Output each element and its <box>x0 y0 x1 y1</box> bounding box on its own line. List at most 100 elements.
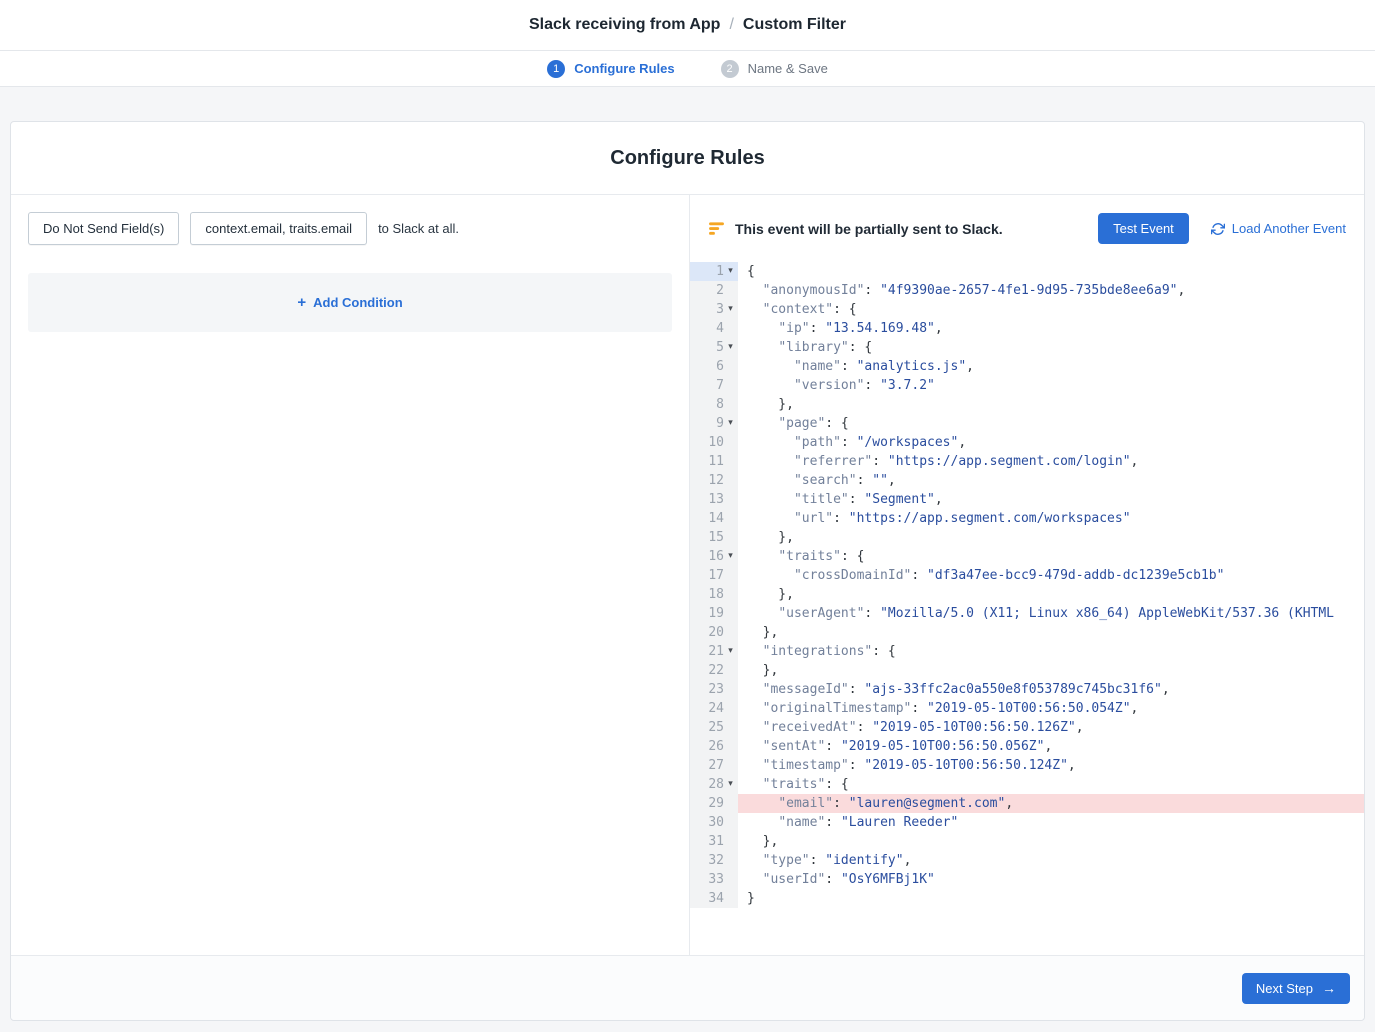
fold-arrow-icon[interactable]: ▾ <box>724 338 737 357</box>
gutter-cell: 18 <box>690 585 738 604</box>
code-line[interactable]: 27 "timestamp": "2019-05-10T00:56:50.124… <box>690 756 1364 775</box>
code-line[interactable]: 31 }, <box>690 832 1364 851</box>
code-content[interactable]: "traits": { <box>738 775 1364 794</box>
line-number: 5 <box>716 338 724 357</box>
breadcrumb-separator: / <box>729 16 733 34</box>
test-event-button[interactable]: Test Event <box>1098 213 1189 244</box>
code-content[interactable]: "type": "identify", <box>738 851 1364 870</box>
code-line[interactable]: 25 "receivedAt": "2019-05-10T00:56:50.12… <box>690 718 1364 737</box>
code-line[interactable]: 24 "originalTimestamp": "2019-05-10T00:5… <box>690 699 1364 718</box>
code-content[interactable]: "referrer": "https://app.segment.com/log… <box>738 452 1364 471</box>
code-content[interactable]: "search": "", <box>738 471 1364 490</box>
load-another-event-link[interactable]: Load Another Event <box>1211 221 1346 236</box>
code-content[interactable]: "messageId": "ajs-33ffc2ac0a550e8f053789… <box>738 680 1364 699</box>
fold-arrow-icon[interactable]: ▾ <box>724 300 737 319</box>
line-number: 30 <box>708 813 724 832</box>
code-line[interactable]: 8 }, <box>690 395 1364 414</box>
code-content[interactable]: "userAgent": "Mozilla/5.0 (X11; Linux x8… <box>738 604 1364 623</box>
code-content[interactable]: }, <box>738 661 1364 680</box>
code-line[interactable]: 32 "type": "identify", <box>690 851 1364 870</box>
code-line[interactable]: 20 }, <box>690 623 1364 642</box>
fold-arrow-icon[interactable]: ▾ <box>724 262 737 281</box>
add-condition-button[interactable]: + Add Condition <box>28 273 672 332</box>
fold-arrow-icon[interactable]: ▾ <box>724 547 737 566</box>
code-line[interactable]: 9▾ "page": { <box>690 414 1364 433</box>
code-content[interactable]: "page": { <box>738 414 1364 433</box>
code-content[interactable]: "userId": "OsY6MFBj1K" <box>738 870 1364 889</box>
line-number: 25 <box>708 718 724 737</box>
fold-arrow-icon[interactable]: ▾ <box>724 642 737 661</box>
code-content[interactable]: "name": "Lauren Reeder" <box>738 813 1364 832</box>
code-line[interactable]: 19 "userAgent": "Mozilla/5.0 (X11; Linux… <box>690 604 1364 623</box>
gutter-cell: 28▾ <box>690 775 738 794</box>
code-content[interactable]: "sentAt": "2019-05-10T00:56:50.056Z", <box>738 737 1364 756</box>
code-line[interactable]: 10 "path": "/workspaces", <box>690 433 1364 452</box>
code-line[interactable]: 18 }, <box>690 585 1364 604</box>
code-line[interactable]: 28▾ "traits": { <box>690 775 1364 794</box>
code-content[interactable]: "anonymousId": "4f9390ae-2657-4fe1-9d95-… <box>738 281 1364 300</box>
code-content[interactable]: "path": "/workspaces", <box>738 433 1364 452</box>
code-content[interactable]: } <box>738 889 1364 908</box>
gutter-cell: 6 <box>690 357 738 376</box>
gutter-cell: 10 <box>690 433 738 452</box>
code-line[interactable]: 30 "name": "Lauren Reeder" <box>690 813 1364 832</box>
code-content[interactable]: "version": "3.7.2" <box>738 376 1364 395</box>
code-content[interactable]: "timestamp": "2019-05-10T00:56:50.124Z", <box>738 756 1364 775</box>
code-line[interactable]: 22 }, <box>690 661 1364 680</box>
code-content[interactable]: "traits": { <box>738 547 1364 566</box>
code-line[interactable]: 3▾ "context": { <box>690 300 1364 319</box>
code-content[interactable]: "context": { <box>738 300 1364 319</box>
code-content[interactable]: }, <box>738 528 1364 547</box>
code-content[interactable]: "name": "analytics.js", <box>738 357 1364 376</box>
code-content[interactable]: "integrations": { <box>738 642 1364 661</box>
code-content[interactable]: }, <box>738 623 1364 642</box>
code-line[interactable]: 33 "userId": "OsY6MFBj1K" <box>690 870 1364 889</box>
code-line[interactable]: 21▾ "integrations": { <box>690 642 1364 661</box>
arrow-right-icon: → <box>1322 981 1336 995</box>
code-line[interactable]: 12 "search": "", <box>690 471 1364 490</box>
code-line[interactable]: 1▾{ <box>690 262 1364 281</box>
code-content[interactable]: "receivedAt": "2019-05-10T00:56:50.126Z"… <box>738 718 1364 737</box>
code-content[interactable]: }, <box>738 832 1364 851</box>
code-line[interactable]: 7 "version": "3.7.2" <box>690 376 1364 395</box>
code-line[interactable]: 4 "ip": "13.54.169.48", <box>690 319 1364 338</box>
code-line[interactable]: 15 }, <box>690 528 1364 547</box>
line-number: 14 <box>708 509 724 528</box>
code-content[interactable]: }, <box>738 585 1364 604</box>
fold-arrow-icon[interactable]: ▾ <box>724 775 737 794</box>
line-number: 22 <box>708 661 724 680</box>
code-content[interactable]: }, <box>738 395 1364 414</box>
code-content[interactable]: "originalTimestamp": "2019-05-10T00:56:5… <box>738 699 1364 718</box>
fold-arrow-icon[interactable]: ▾ <box>724 414 737 433</box>
code-line[interactable]: 5▾ "library": { <box>690 338 1364 357</box>
code-content[interactable]: "email": "lauren@segment.com", <box>738 794 1364 813</box>
code-content[interactable]: { <box>738 262 1364 281</box>
next-step-button[interactable]: Next Step → <box>1242 973 1350 1004</box>
code-line[interactable]: 16▾ "traits": { <box>690 547 1364 566</box>
code-line[interactable]: 14 "url": "https://app.segment.com/works… <box>690 509 1364 528</box>
code-line[interactable]: 13 "title": "Segment", <box>690 490 1364 509</box>
code-line[interactable]: 29 "email": "lauren@segment.com", <box>690 794 1364 813</box>
code-line[interactable]: 26 "sentAt": "2019-05-10T00:56:50.056Z", <box>690 737 1364 756</box>
code-line[interactable]: 17 "crossDomainId": "df3a47ee-bcc9-479d-… <box>690 566 1364 585</box>
fields-list-button[interactable]: context.email, traits.email <box>190 212 367 245</box>
gutter-cell: 9▾ <box>690 414 738 433</box>
line-number: 8 <box>716 395 724 414</box>
breadcrumb-source[interactable]: Slack receiving from App <box>529 16 720 34</box>
line-number: 27 <box>708 756 724 775</box>
do-not-send-fields-button[interactable]: Do Not Send Field(s) <box>28 212 179 245</box>
code-content[interactable]: "ip": "13.54.169.48", <box>738 319 1364 338</box>
json-editor[interactable]: 1▾{2 "anonymousId": "4f9390ae-2657-4fe1-… <box>690 262 1364 908</box>
code-line[interactable]: 6 "name": "analytics.js", <box>690 357 1364 376</box>
code-line[interactable]: 34} <box>690 889 1364 908</box>
gutter-cell: 23 <box>690 680 738 699</box>
code-content[interactable]: "url": "https://app.segment.com/workspac… <box>738 509 1364 528</box>
code-content[interactable]: "crossDomainId": "df3a47ee-bcc9-479d-add… <box>738 566 1364 585</box>
code-content[interactable]: "title": "Segment", <box>738 490 1364 509</box>
line-number: 19 <box>708 604 724 623</box>
code-line[interactable]: 11 "referrer": "https://app.segment.com/… <box>690 452 1364 471</box>
code-line[interactable]: 23 "messageId": "ajs-33ffc2ac0a550e8f053… <box>690 680 1364 699</box>
step-configure-rules[interactable]: 1 Configure Rules <box>547 60 674 78</box>
code-line[interactable]: 2 "anonymousId": "4f9390ae-2657-4fe1-9d9… <box>690 281 1364 300</box>
code-content[interactable]: "library": { <box>738 338 1364 357</box>
